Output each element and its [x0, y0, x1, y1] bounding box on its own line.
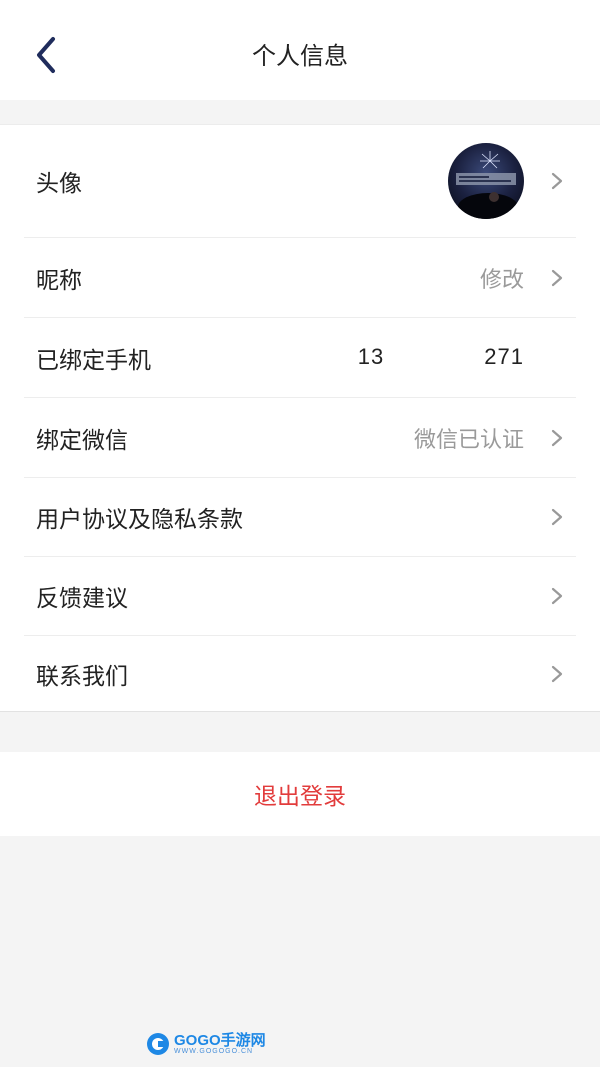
- top-nav-bar: 个人信息: [0, 0, 600, 100]
- phone-mask: [384, 343, 485, 372]
- phone-number: 13 271: [357, 343, 524, 372]
- chevron-right-icon: [551, 587, 563, 605]
- wechat-status: 微信已认证: [413, 427, 524, 453]
- row-label-avatar: 头像: [36, 171, 82, 197]
- row-feedback[interactable]: 反馈建议: [24, 557, 576, 636]
- chevron-right-icon: [551, 172, 563, 190]
- watermark-text: GOGO手游网: [174, 1032, 266, 1049]
- watermark-url: WWW.GOGOGO.CN: [174, 1048, 254, 1055]
- chevron-right-icon: [551, 429, 563, 446]
- row-contact-us[interactable]: 联系我们: [24, 636, 576, 712]
- chevron-right-icon: [551, 508, 563, 526]
- gogo-logo-icon: [147, 1033, 169, 1055]
- nickname-edit-link[interactable]: 修改: [480, 262, 524, 294]
- profile-settings-list: 头像 昵称 修改 已绑定手机 13 271 绑定微信 微信已认证 用户协议及隐私…: [0, 124, 600, 712]
- row-bound-phone: 已绑定手机 13 271: [24, 318, 576, 398]
- chevron-right-icon: [551, 269, 563, 286]
- watermark-logo: GOGO手游网 WWW.GOGOGO.CN: [146, 1030, 266, 1058]
- logout-button[interactable]: 退出登录: [0, 777, 600, 811]
- chevron-right-icon: [551, 665, 563, 683]
- row-label-feedback: 反馈建议: [36, 586, 128, 612]
- row-label-wechat: 绑定微信: [36, 427, 128, 454]
- avatar[interactable]: [448, 143, 524, 219]
- row-bind-wechat[interactable]: 绑定微信 微信已认证: [24, 398, 576, 478]
- phone-suffix: 271: [484, 343, 524, 369]
- row-label-nickname: 昵称: [36, 267, 82, 294]
- row-label-agreement: 用户协议及隐私条款: [36, 507, 243, 533]
- row-user-agreement[interactable]: 用户协议及隐私条款: [24, 478, 576, 557]
- page-title: 个人信息: [252, 42, 348, 70]
- row-label-contact: 联系我们: [36, 664, 128, 690]
- row-label-phone: 已绑定手机: [36, 347, 151, 374]
- logout-section: 退出登录: [0, 752, 600, 836]
- row-avatar[interactable]: 头像: [24, 125, 576, 238]
- row-nickname[interactable]: 昵称 修改: [24, 238, 576, 318]
- phone-prefix: 13: [357, 343, 385, 369]
